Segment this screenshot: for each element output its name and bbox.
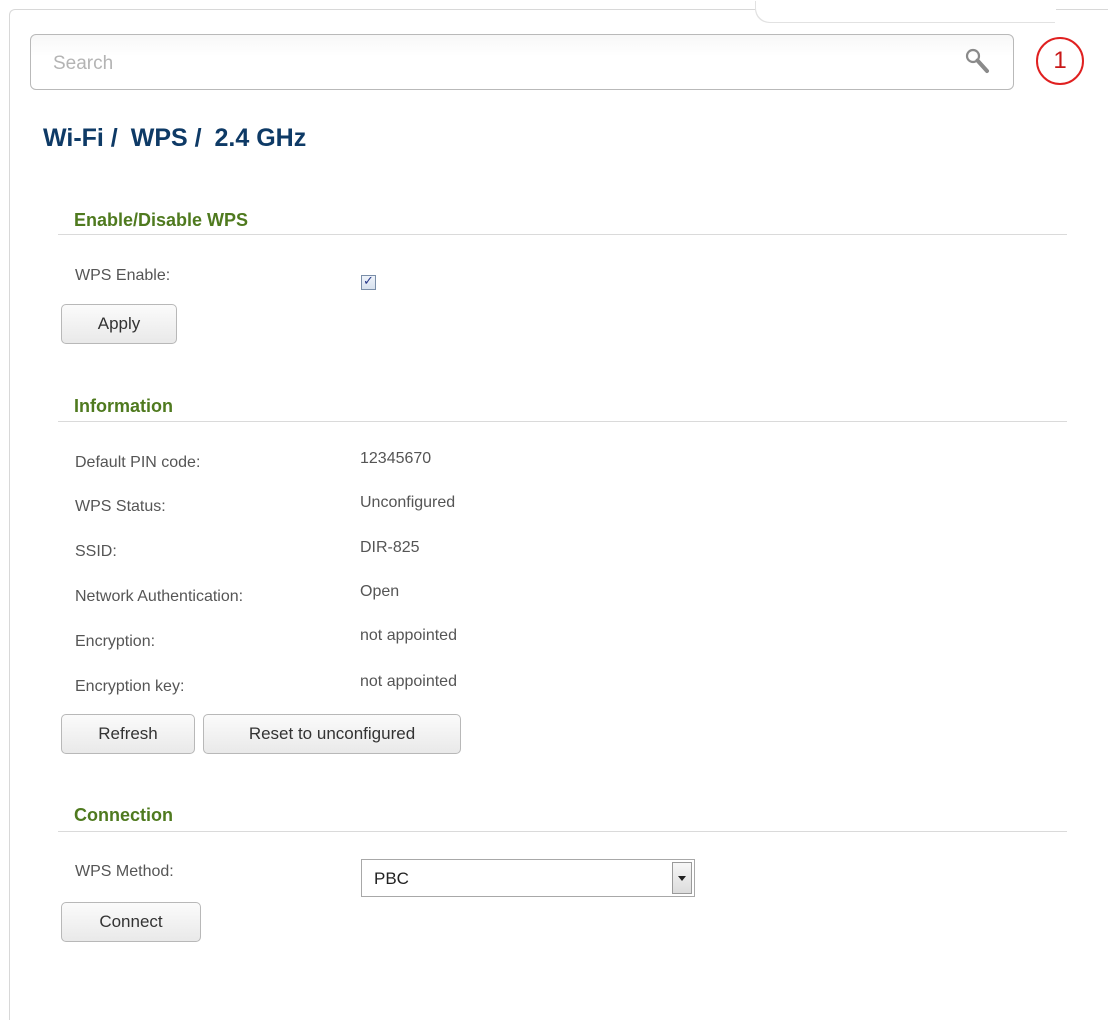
section-title-enable: Enable/Disable WPS — [74, 210, 249, 230]
info-value: Open — [360, 583, 400, 600]
info-label: Encryption key: — [75, 678, 185, 695]
wps-method-select[interactable]: PBC — [361, 859, 695, 897]
wps-method-value: PBC — [374, 869, 409, 888]
wps-method-label: WPS Method: — [75, 863, 174, 880]
info-label: Default PIN code: — [75, 454, 201, 471]
search-box[interactable] — [30, 34, 1014, 90]
breadcrumb-item-band: 2.4 GHz — [214, 124, 307, 152]
section-divider — [58, 234, 1067, 235]
info-label: WPS Status: — [75, 498, 166, 515]
breadcrumb-item-wifi[interactable]: Wi-Fi / — [43, 124, 118, 152]
info-value: Unconfigured — [360, 494, 456, 511]
section-title-connection: Connection — [74, 805, 173, 825]
info-label: Encryption: — [75, 633, 156, 650]
checkmark-icon: ✓ — [363, 273, 374, 288]
refresh-button[interactable]: Refresh — [61, 714, 195, 754]
wps-enable-checkbox[interactable]: ✓ — [361, 273, 376, 290]
notification-badge[interactable]: 1 — [1036, 37, 1084, 85]
breadcrumb: Wi-Fi / WPS / 2.4 GHz — [43, 124, 312, 153]
section-title-information: Information — [74, 396, 173, 416]
breadcrumb-item-wps[interactable]: WPS / — [131, 124, 202, 152]
info-label: SSID: — [75, 543, 117, 560]
info-value: not appointed — [360, 673, 457, 690]
apply-button[interactable]: Apply — [61, 304, 177, 344]
search-input[interactable] — [51, 49, 955, 79]
reset-to-unconfigured-button[interactable]: Reset to unconfigured — [203, 714, 461, 754]
section-divider — [58, 831, 1067, 832]
search-icon[interactable] — [963, 47, 993, 77]
panel-notch — [756, 0, 1056, 22]
chevron-down-icon[interactable] — [672, 862, 692, 894]
wps-enable-label: WPS Enable: — [75, 267, 171, 284]
connect-button[interactable]: Connect — [61, 902, 201, 942]
info-value: DIR-825 — [360, 539, 420, 556]
info-label: Network Authentication: — [75, 588, 244, 605]
info-value: 12345670 — [360, 450, 432, 467]
info-value: not appointed — [360, 627, 457, 644]
section-divider — [58, 421, 1067, 422]
